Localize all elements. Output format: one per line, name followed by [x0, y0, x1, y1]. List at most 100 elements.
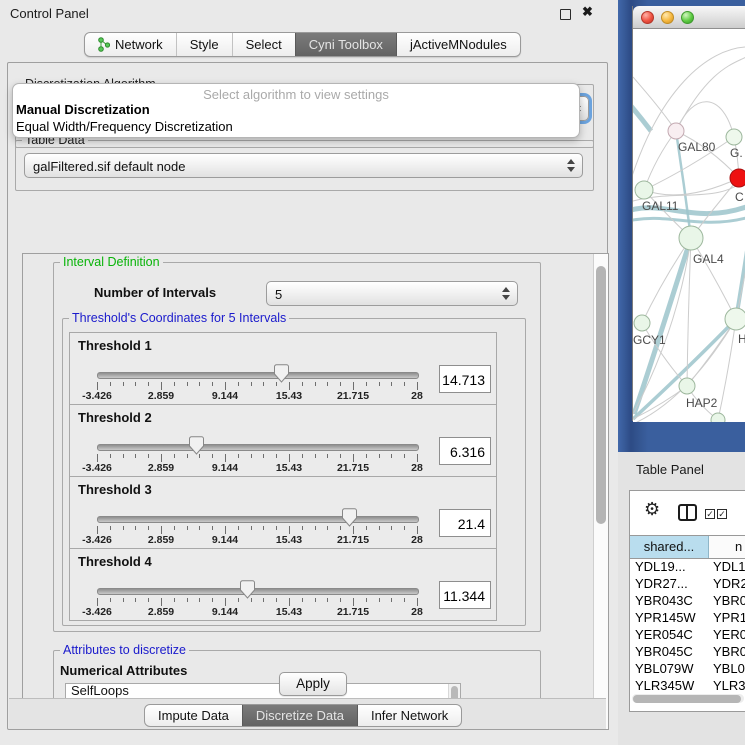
threshold-slider-thumb[interactable] [342, 508, 357, 527]
number-of-intervals-value: 5 [275, 287, 282, 302]
network-node-c[interactable] [730, 169, 745, 187]
cell-shared-name: YBR045C [630, 643, 709, 660]
float-window-icon[interactable] [560, 9, 571, 20]
split-table-icon[interactable] [678, 504, 697, 521]
threshold-label: Threshold 3 [78, 482, 152, 497]
network-edge[interactable] [644, 131, 676, 190]
network-node-gcy1[interactable] [634, 315, 650, 331]
slider-tick-labels: -3.4262.8599.14415.4321.71528 [97, 462, 417, 474]
tab-select[interactable]: Select [232, 33, 295, 56]
tab-infer-network[interactable]: Infer Network [357, 705, 461, 726]
threshold-slider-track[interactable] [97, 516, 419, 523]
network-window-titlebar[interactable] [633, 6, 745, 29]
attributes-group-title: Attributes to discretize [60, 643, 189, 657]
table-horizontal-scrollbar[interactable] [632, 694, 744, 703]
cell-shared-name: YDR27... [630, 575, 709, 592]
checkbox-icon[interactable]: ✓ [717, 509, 727, 519]
network-edge[interactable] [676, 102, 734, 137]
algorithm-option-equal-width-frequency-discretization[interactable]: Equal Width/Frequency Discretization [16, 119, 233, 134]
network-node-gal80[interactable] [668, 123, 684, 139]
table-row[interactable]: YER054CYER0 [630, 626, 745, 643]
network-edge[interactable] [691, 238, 736, 319]
cell-shared-name: YPR145W [630, 609, 709, 626]
number-of-intervals-select[interactable]: 5 [266, 281, 518, 306]
threshold-row-4: Threshold 4-3.4262.8599.14415.4321.71528… [69, 548, 497, 621]
table-row[interactable]: YBR043CYBR0 [630, 592, 745, 609]
table-row[interactable]: YBR045CYBR0 [630, 643, 745, 660]
thresholds-group: Threshold's Coordinates for 5 Intervals … [62, 318, 526, 626]
threshold-slider-track[interactable] [97, 372, 419, 379]
attribute-item-selfloops[interactable]: SelfLoops [66, 684, 460, 699]
table-row[interactable]: YLR345WYLR3 [630, 677, 745, 694]
algorithm-option-manual-discretization[interactable]: Manual Discretization [16, 102, 150, 117]
cyni-toolbox-panel: Discretization Algorithm Table Data galF… [7, 62, 608, 730]
network-node-gal11[interactable] [635, 181, 653, 199]
cell-name: YBL0 [709, 660, 745, 677]
threshold-value-field[interactable]: 14.713 [439, 365, 491, 393]
tab-jactivemnodules[interactable]: jActiveMNodules [396, 33, 520, 56]
algorithm-dropdown-popup: Select algorithm to view settings Manual… [12, 83, 580, 138]
table-data-group: Table Data galFiltered.sif default node [15, 140, 594, 191]
window-minimize-button[interactable] [661, 11, 674, 24]
network-edge[interactable] [644, 178, 739, 195]
threshold-slider-track[interactable] [97, 588, 419, 595]
algorithm-popup-placeholder: Select algorithm to view settings [13, 87, 579, 102]
tab-label: Impute Data [158, 705, 229, 726]
threshold-row-3: Threshold 3-3.4262.8599.14415.4321.71528… [69, 476, 497, 549]
threshold-slider-thumb[interactable] [240, 580, 255, 599]
slider-tick-labels: -3.4262.8599.14415.4321.71528 [97, 606, 417, 618]
checkbox-icon[interactable]: ✓ [705, 509, 715, 519]
network-node-h[interactable] [725, 308, 745, 330]
control-panel: Control Panel ✖ Network Style SelectCyni T… [0, 0, 618, 745]
cell-shared-name: YER054C [630, 626, 709, 643]
control-panel-title: Control Panel [10, 6, 89, 21]
gear-icon[interactable]: ⚙ [644, 499, 660, 520]
window-close-button[interactable] [641, 11, 654, 24]
node-label: GAL11 [642, 199, 679, 213]
threshold-slider-track[interactable] [97, 444, 419, 451]
table-row[interactable]: YBL079WYBL0 [630, 660, 745, 677]
network-node-gal4[interactable] [679, 226, 703, 250]
table-header-row: shared... n [630, 535, 745, 559]
table-rows: YDL19...YDL1YDR27...YDR2YBR043CYBR0YPR14… [630, 558, 745, 703]
network-view-window: GAL80G.CGAL11GAL4GCY1HHAP2 [632, 6, 745, 421]
threshold-slider-thumb[interactable] [274, 364, 289, 383]
network-node[interactable] [711, 413, 725, 422]
number-of-intervals-label: Number of Intervals [94, 285, 216, 300]
table-panel-title: Table Panel [636, 462, 704, 477]
table-row[interactable]: YDR27...YDR2 [630, 575, 745, 592]
top-tab-bar: Network Style SelectCyni ToolboxjActiveMNo… [84, 32, 521, 57]
network-edge[interactable] [633, 99, 651, 131]
window-zoom-button[interactable] [681, 11, 694, 24]
network-canvas[interactable]: GAL80G.CGAL11GAL4GCY1HHAP2 [633, 29, 745, 422]
network-node-g-[interactable] [726, 129, 742, 145]
tab-network[interactable]: Network [85, 33, 176, 56]
apply-button[interactable]: Apply [279, 672, 347, 696]
bottom-tab-strip: Impute Data Discretize DataInfer Network [9, 698, 606, 729]
threshold-value-field[interactable]: 21.4 [439, 509, 491, 537]
stepper-arrows-icon [567, 159, 575, 172]
main-scrollbar-thumb[interactable] [596, 266, 606, 524]
table-row[interactable]: YDL19...YDL1 [630, 558, 745, 575]
tab-impute-data[interactable]: Impute Data [145, 705, 242, 726]
tab-discretize-data[interactable]: Discretize Data [242, 705, 357, 726]
network-edge[interactable] [676, 57, 745, 131]
table-row[interactable]: YPR145WYPR1 [630, 609, 745, 626]
table-panel: ⚙ ✓ ✓ shared... n YDL19...YDL1YDR27...YD… [629, 490, 745, 712]
control-panel-titlebar: Control Panel ✖ [0, 0, 618, 26]
main-vertical-scrollbar[interactable] [593, 254, 608, 729]
threshold-value-field[interactable]: 11.344 [439, 581, 491, 609]
table-data-select[interactable]: galFiltered.sif default node [24, 153, 583, 178]
table-hscrollbar-thumb[interactable] [633, 695, 741, 703]
tab-cyni-toolbox[interactable]: Cyni Toolbox [295, 33, 396, 56]
threshold-value-field[interactable]: 6.316 [439, 437, 491, 465]
tab-label: Style [190, 33, 219, 56]
column-header-name[interactable]: n [709, 536, 745, 558]
network-node-hap2[interactable] [679, 378, 695, 394]
threshold-slider-thumb[interactable] [189, 436, 204, 455]
cell-shared-name: YBL079W [630, 660, 709, 677]
cell-name: YBR0 [709, 643, 745, 660]
column-header-shared-name[interactable]: shared... [630, 536, 709, 558]
tab-style[interactable]: Style [176, 33, 232, 56]
close-icon[interactable]: ✖ [582, 4, 593, 20]
